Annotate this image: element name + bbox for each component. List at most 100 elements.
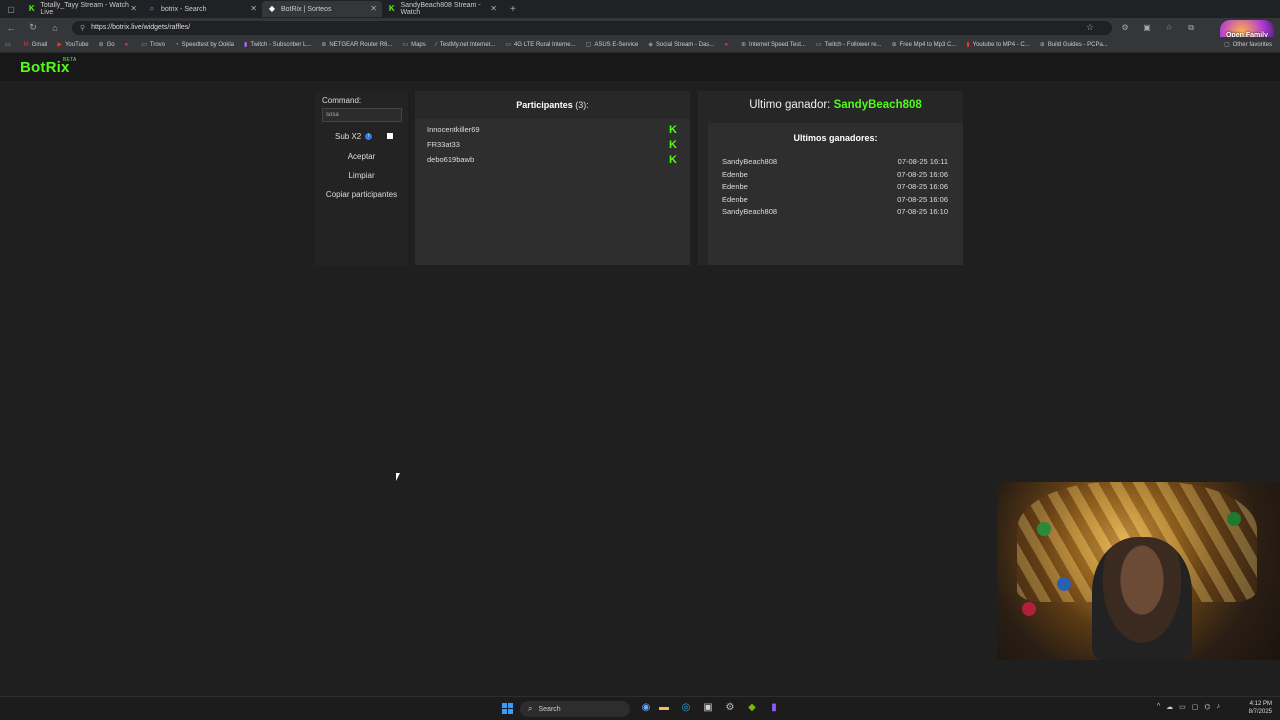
kick-icon: K [669,124,677,136]
close-icon[interactable]: ✕ [130,4,137,13]
winner-row: SandyBeach808 07-08-25 16:11 [722,157,948,166]
other-favorites[interactable]: ▢ Other favorites [1219,41,1280,49]
youtube-icon: ▶ [57,42,62,48]
gem-red [1022,602,1036,616]
address-bar: ← ↻ ⌂ ⚲ https://botrix.live/widgets/raff… [0,18,1280,50]
copilot-icon[interactable]: ◉ [640,702,652,714]
botrix-logo[interactable]: BotRix BETA [20,57,76,76]
bookmark-item[interactable]: ◔ Speedtest by Ookla [170,42,239,48]
taskbar-clock[interactable]: 4:12 PM 8/7/2025 [1249,700,1272,716]
bookmark-item[interactable]: ▢ ASUS E-Service [581,41,644,49]
gem-green [1227,512,1241,526]
bookmark-item[interactable]: ▶ YouTube [52,41,93,49]
gem-green [1037,522,1051,536]
bookmark-item[interactable]: ▮ Twitch - Subscriber L... [239,41,316,49]
system-tray: ^ ☁ ▭ ▢ ⌬ ♪ [1157,703,1220,711]
sub-x2-label: Sub X2 i [335,132,373,141]
bookmark-item[interactable]: ⊕ Internet Speed Test... [736,41,811,49]
bookmark-item[interactable]: ⊕ Go [94,41,120,49]
windows-start-icon[interactable] [502,703,513,714]
bookmark-item[interactable]: M Gmail [19,42,53,48]
bookmark-item[interactable]: ⊕ NETGEAR Router R6... [316,41,397,49]
bookmark-item[interactable]: ⊕ Free Mp4 to Mp3 C... [887,41,962,49]
mouse-cursor-icon [396,473,400,481]
accept-button[interactable]: Aceptar [315,152,408,161]
cloud-icon[interactable]: ☁ [1166,703,1173,711]
sub-x2-checkbox[interactable] [387,133,393,139]
settings-icon[interactable]: ⚙ [724,702,736,714]
reload-icon[interactable]: ↻ [22,22,44,33]
last-winner-title: Ultimo ganador: SandyBeach808 [749,99,922,111]
folder-icon: ▢ [1223,42,1230,48]
tab-totally-tayy[interactable]: K Totally_Tayy Stream - Watch Live ✕ [22,1,142,17]
network-icon[interactable]: ⌬ [1204,703,1210,711]
back-icon[interactable]: ← [0,23,22,33]
participants-title: Participantes (3): [516,100,589,110]
nvidia-icon[interactable]: ◆ [746,702,758,714]
tab-sandybeach[interactable]: K SandyBeach808 Stream - Watch ✕ [382,1,502,17]
command-label: Command: [322,96,362,105]
star-icon[interactable]: ☆ [1086,22,1094,33]
tab-botrix-sorteos[interactable]: ◆ BotRix | Sorteos ✕ [262,1,382,17]
collections-icon[interactable]: ⧉ [1180,23,1202,33]
bookmark-item[interactable]: ◈ Social Stream - Das... [643,41,719,49]
bookmark-item[interactable]: ▭ Maps [397,41,430,49]
extensions-icon[interactable]: ⚙ [1114,23,1136,32]
bookmarks-bar: ▭ M Gmail ▶ YouTube ⊕ Go ● ▭ Trovo ◔ Speedtes… [0,37,1280,53]
youtube-mp4-icon: ▮ [966,42,970,48]
tab-botrix-search[interactable]: ⌕ botrix - Search ✕ [142,1,262,17]
twitch-app-icon[interactable]: ▮ [768,702,780,714]
close-icon[interactable]: ✕ [370,4,377,13]
edge-icon[interactable]: ◎ [680,702,692,714]
taskbar-search[interactable]: ⌕ Search [520,701,630,717]
participants-list: Innocentkiller69 K FR33at33 K debo619baw… [415,119,690,265]
bookmark-item[interactable]: ∕ TestMy.net Internet... [431,42,501,48]
search-icon: ⌕ [149,4,155,13]
lte-icon: ▭ [505,42,512,48]
globe-icon: ⊕ [98,42,104,48]
bookmark-item[interactable]: ● [719,42,736,48]
globe-icon: ⊕ [321,42,327,48]
info-icon[interactable]: i [365,133,373,140]
webcam-overlay [997,482,1280,660]
participant-row[interactable]: debo619bawb K [427,155,679,169]
twitch-icon: ▮ [244,42,248,48]
bookmark-item[interactable]: ● [120,42,137,48]
winner-panel: Ultimo ganador: SandyBeach808 Ultimos ga… [698,91,963,265]
last-winner-name: SandyBeach808 [833,99,922,111]
battery-icon[interactable]: ▭ [1179,703,1186,711]
volume-icon[interactable]: ♪ [1217,703,1221,711]
tab-title: Totally_Tayy Stream - Watch Live [40,2,129,16]
monitor-icon[interactable]: ▢ [1192,703,1199,711]
command-input[interactable] [322,108,402,122]
bookmark-item[interactable]: ⊕ Build Guides - PCPa... [1035,41,1113,49]
participants-panel: Participantes (3): Innocentkiller69 K FR… [415,91,690,265]
copy-participants-button[interactable]: Copiar participantes [315,190,408,199]
favorites-icon[interactable]: ☆ [1158,23,1180,32]
window-menu-icon[interactable]: ▢ [0,5,22,14]
close-icon[interactable]: ✕ [490,4,497,13]
url-text: https://botrix.live/widgets/raffles/ [91,24,191,31]
bookmark-item[interactable]: ▮ Youtube to MP4 - C... [961,41,1034,49]
new-tab-icon[interactable]: + [510,4,516,15]
url-input[interactable]: ⚲ https://botrix.live/widgets/raffles/ [72,20,1112,35]
close-icon[interactable]: ✕ [250,4,257,13]
winner-row: Edenbe 07-08-25 16:06 [722,195,948,204]
chevron-up-icon[interactable]: ^ [1157,703,1160,711]
store-icon[interactable]: ▣ [702,702,714,714]
botrix-icon: ◆ [268,4,276,13]
home-icon[interactable]: ⌂ [44,23,66,33]
participant-row[interactable]: Innocentkiller69 K [427,125,679,139]
winner-row: Edenbe 07-08-25 16:06 [722,182,948,191]
participant-row[interactable]: FR33at33 K [427,140,679,154]
gem-blue [1057,577,1071,591]
bookmark-item[interactable]: ▭ Trovo [136,41,170,49]
clear-button[interactable]: Limpiar [315,171,408,180]
split-screen-icon[interactable]: ▣ [1136,23,1158,32]
tab-title: BotRix | Sorteos [281,5,332,13]
bookmark-item[interactable]: ▭ Twitch - Follower re... [811,41,887,49]
bookmarks-menu-icon[interactable]: ▭ [0,41,19,48]
gmail-icon: M [23,41,29,48]
file-explorer-icon[interactable]: ▬ [658,702,670,714]
bookmark-item[interactable]: ▭ 4G LTE Rural Interne... [500,41,580,49]
